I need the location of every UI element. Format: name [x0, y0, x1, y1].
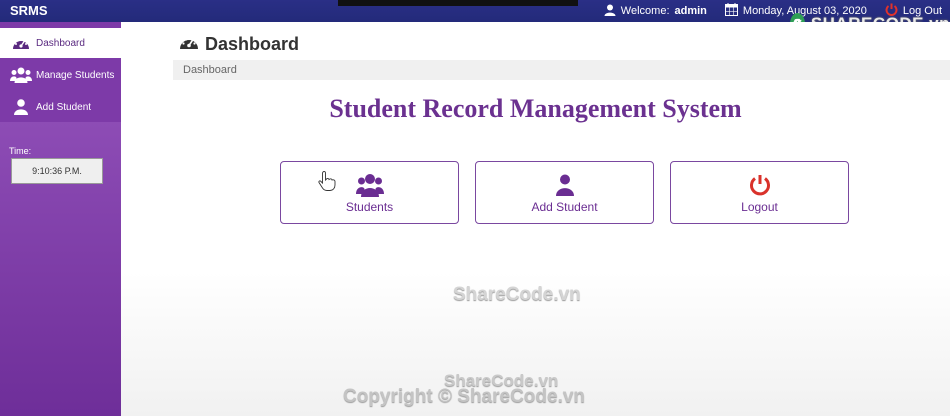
sidebar-item-manage-students[interactable]: Manage Students [0, 60, 121, 90]
logout-card-button[interactable]: Logout [670, 161, 849, 224]
dark-strip [338, 0, 578, 6]
card-label: Add Student [531, 199, 598, 214]
page-title-text: Dashboard [205, 34, 300, 54]
calendar-icon [724, 3, 738, 19]
watermark-copyright: Copyright © ShareCode.vn [343, 386, 586, 407]
welcome-user: Welcome: admin [604, 4, 707, 19]
breadcrumb: Dashboard [173, 60, 950, 80]
sidebar-item-add-student[interactable]: Add Student [0, 92, 121, 122]
user-icon [10, 99, 32, 115]
card-label: Logout [741, 199, 778, 214]
hand-cursor-icon [318, 171, 336, 196]
page-title: Dashboard [179, 34, 299, 55]
username: admin [674, 5, 707, 17]
dashboard-icon [179, 34, 199, 55]
user-icon [555, 172, 574, 198]
students-card-button[interactable]: Students [280, 161, 459, 224]
card-label: Students [345, 199, 394, 214]
sidebar-item-label: Dashboard [36, 37, 85, 49]
users-icon [10, 67, 32, 83]
sidebar-item-label: Add Student [36, 101, 92, 113]
dashboard-icon [10, 36, 32, 50]
add-student-card-button[interactable]: Add Student [475, 161, 654, 224]
sidebar-item-label: Manage Students [36, 69, 115, 81]
sidebar-item-dashboard[interactable]: Dashboard [0, 28, 121, 58]
watermark-center: ShareCode.vn [453, 284, 581, 305]
user-icon [604, 4, 616, 19]
welcome-label: Welcome: [620, 5, 670, 17]
users-icon [355, 172, 384, 198]
main-content: Dashboard Dashboard Student Record Manag… [121, 22, 950, 416]
breadcrumb-item[interactable]: Dashboard [183, 64, 237, 76]
system-title: Student Record Management System [329, 94, 742, 123]
time-label: Time: [9, 146, 32, 156]
clock-display: 9:10:36 P.M. [11, 158, 103, 184]
sidebar: Dashboard Manage Students Add Student Ti… [0, 22, 121, 416]
power-icon [749, 172, 771, 198]
app-brand[interactable]: SRMS [10, 3, 48, 18]
